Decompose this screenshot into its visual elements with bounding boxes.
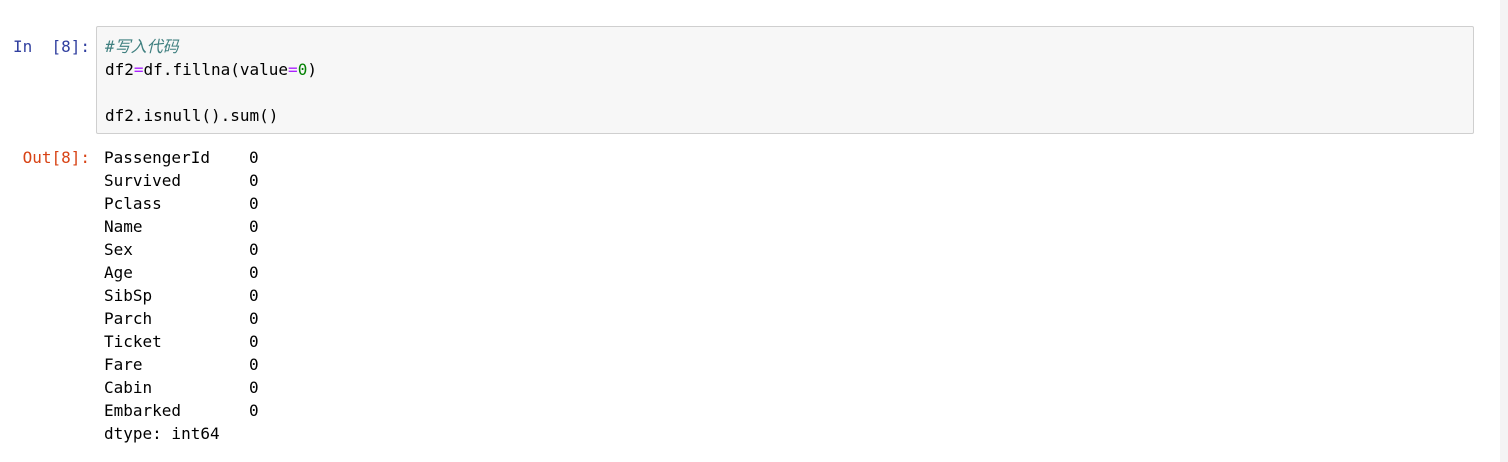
column-name: Name (104, 217, 143, 236)
code-editor[interactable]: #写入代码 df2=df.fillna(value=0) df2.isnull().… (105, 35, 317, 127)
output-prompt: Out[8]: (22, 148, 90, 167)
null-count: 0 (249, 332, 259, 351)
column-name: Ticket (104, 332, 162, 351)
output-row: PassengerId 0 (104, 146, 259, 169)
column-name: SibSp (104, 286, 153, 305)
column-name: Age (104, 263, 133, 282)
code-operator: = (133, 60, 144, 79)
column-name: Embarked (104, 401, 182, 420)
column-name: Survived (104, 171, 182, 190)
null-count: 0 (249, 217, 259, 236)
null-count: 0 (249, 401, 259, 420)
column-name: Pclass (104, 194, 162, 213)
vertical-scrollbar[interactable] (1500, 0, 1508, 462)
column-name: Cabin (104, 378, 153, 397)
column-name: PassengerId (104, 148, 210, 167)
output-row: Name 0 (104, 215, 259, 238)
output-row: Sex 0 (104, 238, 259, 261)
column-name: Fare (104, 355, 143, 374)
input-prompt: In [8]: (12, 37, 90, 56)
column-name: Sex (104, 240, 133, 259)
null-count: 0 (249, 148, 259, 167)
null-count: 0 (249, 263, 259, 282)
null-count: 0 (249, 355, 259, 374)
code-cell-input[interactable]: #写入代码 df2=df.fillna(value=0) df2.isnull().… (96, 26, 1474, 134)
code-line-2: df2=df.fillna(value=0) (105, 58, 317, 81)
column-name: Parch (104, 309, 153, 328)
code-token: df2 (105, 60, 134, 79)
null-count: 0 (249, 286, 259, 305)
output-row: Pclass 0 (104, 192, 259, 215)
code-line-1: #写入代码 (105, 35, 317, 58)
cell-output: PassengerId 0 Survived 0 Pclass 0 Name 0 Sex… (104, 146, 259, 445)
null-count: 0 (249, 194, 259, 213)
code-comment: #写入代码 (105, 37, 179, 56)
code-operator: = (288, 60, 298, 79)
output-row: SibSp 0 (104, 284, 259, 307)
output-row: Survived 0 (104, 169, 259, 192)
output-row: Parch 0 (104, 307, 259, 330)
output-row: Age 0 (104, 261, 259, 284)
code-token: df.fillna(value (143, 60, 289, 79)
code-number: 0 (297, 60, 308, 79)
null-count: 0 (249, 240, 259, 259)
null-count: 0 (249, 309, 259, 328)
null-count: 0 (249, 378, 259, 397)
output-row: Embarked 0 (104, 399, 259, 422)
output-row: Cabin 0 (104, 376, 259, 399)
output-row: Ticket 0 (104, 330, 259, 353)
code-line-4: df2.isnull().sum() (105, 106, 279, 125)
null-count: 0 (249, 171, 259, 190)
output-row: Fare 0 (104, 353, 259, 376)
code-token: ) (307, 60, 317, 79)
dtype-label: dtype: int64 (104, 424, 220, 443)
